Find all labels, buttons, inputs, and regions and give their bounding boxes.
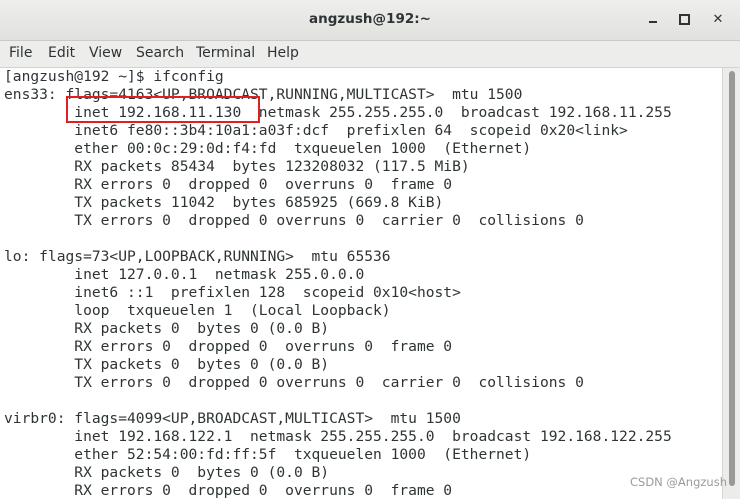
terminal-line: ether 52:54:00:fd:ff:5f txqueuelen 1000 … — [4, 446, 532, 463]
terminal-line: RX errors 0 dropped 0 overruns 0 frame 0 — [4, 482, 453, 499]
terminal-line: ether 00:0c:29:0d:f4:fd txqueuelen 1000 … — [4, 140, 532, 157]
menu-help[interactable]: Help — [267, 45, 299, 61]
terminal-line: inet6 ::1 prefixlen 128 scopeid 0x10<hos… — [4, 284, 461, 301]
scrollbar-thumb[interactable] — [729, 71, 735, 486]
terminal-line: TX errors 0 dropped 0 overruns 0 carrier… — [4, 212, 584, 229]
menu-bar: File Edit View Search Terminal Help — [0, 41, 740, 68]
terminal-line: [angzush@192 ~]$ ifconfig — [4, 68, 224, 85]
terminal-line: inet 127.0.0.1 netmask 255.0.0.0 — [4, 266, 365, 283]
menu-search[interactable]: Search — [136, 45, 184, 61]
maximize-button[interactable] — [675, 11, 693, 29]
terminal-line: inet6 fe80::3b4:10a1:a03f:dcf prefixlen … — [4, 122, 628, 139]
window-title: angzush@192:~ — [309, 11, 431, 27]
terminal-line: virbr0: flags=4099<UP,BROADCAST,MULTICAS… — [4, 410, 461, 427]
terminal-line: RX errors 0 dropped 0 overruns 0 frame 0 — [4, 338, 453, 355]
watermark-text: CSDN @Angzush — [629, 475, 727, 489]
terminal-line: lo: flags=73<UP,LOOPBACK,RUNNING> mtu 65… — [4, 248, 391, 265]
vertical-scrollbar[interactable] — [722, 68, 740, 499]
terminal-line: TX errors 0 dropped 0 overruns 0 carrier… — [4, 374, 584, 391]
minimize-button[interactable] — [644, 11, 662, 29]
terminal-line: TX packets 11042 bytes 685925 (669.8 KiB… — [4, 194, 444, 211]
menu-edit[interactable]: Edit — [48, 45, 75, 61]
menu-file[interactable]: File — [9, 45, 32, 61]
maximize-icon — [678, 14, 690, 25]
menu-terminal[interactable]: Terminal — [196, 45, 255, 61]
terminal-line: TX packets 0 bytes 0 (0.0 B) — [4, 356, 330, 373]
terminal-line: RX errors 0 dropped 0 overruns 0 frame 0 — [4, 176, 453, 193]
terminal-line: loop txqueuelen 1 (Local Loopback) — [4, 302, 391, 319]
terminal-window: angzush@192:~ ✕ File Edit View Search Te… — [0, 0, 740, 499]
terminal-line: inet 192.168.122.1 netmask 255.255.255.0… — [4, 428, 672, 445]
menu-view[interactable]: View — [89, 45, 122, 61]
close-button[interactable]: ✕ — [709, 11, 727, 29]
terminal-line: RX packets 85434 bytes 123208032 (117.5 … — [4, 158, 470, 175]
inet-address-highlight-box — [66, 96, 260, 123]
terminal-line: RX packets 0 bytes 0 (0.0 B) — [4, 464, 330, 481]
terminal-line: RX packets 0 bytes 0 (0.0 B) — [4, 320, 330, 337]
close-icon: ✕ — [712, 12, 724, 27]
minimize-icon — [649, 21, 657, 23]
terminal-output[interactable]: [angzush@192 ~]$ ifconfig ens33: flags=41… — [0, 68, 722, 499]
title-bar[interactable]: angzush@192:~ ✕ — [0, 0, 740, 41]
